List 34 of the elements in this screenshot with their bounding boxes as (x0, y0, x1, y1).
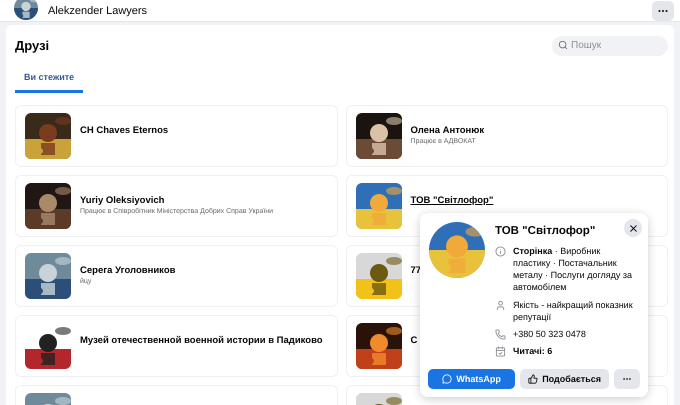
popup-title: ТОВ "Світлофор" (495, 225, 596, 237)
page-name[interactable]: Олена Антонюк (410, 125, 484, 136)
page-avatar[interactable] (356, 113, 402, 159)
page-avatar[interactable] (356, 323, 402, 369)
thumbs-up-icon (528, 374, 538, 384)
detail-text: Сторінка · Виробник пластику · Постачальник металу · Послуги догляду за автомобілем (513, 245, 634, 294)
page-name[interactable]: С (410, 335, 418, 346)
page-name[interactable]: Музей отечественной военной истории в Падиково (80, 335, 323, 346)
page-name[interactable]: 77 (410, 265, 422, 276)
chat-bubble-icon (442, 374, 452, 384)
like-button[interactable]: Подобається (520, 369, 609, 389)
close-button[interactable] (624, 219, 642, 237)
page-name[interactable]: Yuriy Oleksiyovich (80, 195, 274, 206)
page-name[interactable]: CH Chaves Eternos (80, 125, 168, 136)
detail-text: Читачі: 6 (513, 344, 552, 358)
more-button[interactable] (652, 0, 674, 20)
detail-text: +380 50 323 0478 (513, 328, 586, 340)
tab[interactable]: Ви стежите (15, 63, 84, 93)
page-avatar[interactable] (25, 113, 71, 159)
phone-icon (495, 328, 506, 340)
section-title: Друзі (15, 38, 50, 52)
profile-avatar[interactable] (14, 0, 38, 20)
page-avatar[interactable] (356, 253, 402, 299)
person-icon (495, 300, 506, 311)
search-icon (558, 40, 568, 50)
info-icon (495, 246, 506, 257)
calendar-check-icon (495, 346, 506, 357)
page-name[interactable]: Серега Уголовников (80, 265, 176, 276)
search-field[interactable]: Пошук (552, 36, 668, 56)
page-name[interactable]: ТОВ "Світлофор" (410, 195, 494, 206)
detail-text: Якість - найкращий показник репутації (513, 298, 634, 323)
whatsapp-button[interactable]: WhatsApp (428, 369, 516, 389)
profile-name: Alekzender Lawyers (48, 4, 148, 16)
close-icon (628, 222, 638, 234)
